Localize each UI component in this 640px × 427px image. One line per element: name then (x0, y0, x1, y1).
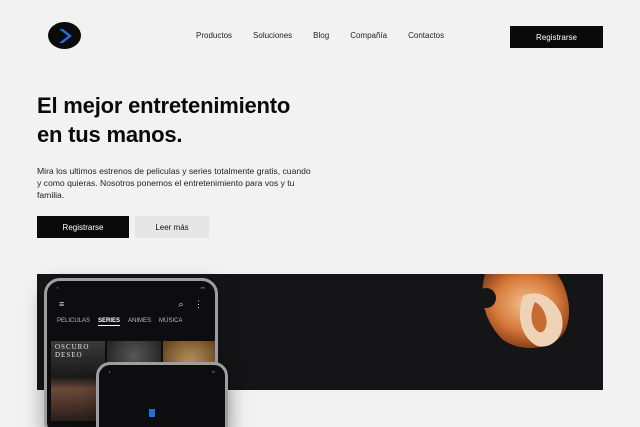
menu-icon[interactable]: ≡ (59, 299, 64, 309)
nav-item-soluciones[interactable]: Soluciones (253, 31, 292, 40)
tab-animes[interactable]: ANIMES (128, 318, 151, 326)
main-nav: Productos Soluciones Blog Compañía Conta… (196, 31, 444, 40)
hero-register-button[interactable]: Registrarse (37, 216, 129, 238)
phone-mockup-back: ▪ ▪▪ (96, 362, 228, 427)
read-more-button[interactable]: Leer más (135, 216, 209, 238)
search-icon[interactable]: ⌕ (178, 299, 183, 309)
series-thumbnail-title: OSCURO DESEO (55, 343, 90, 359)
header-register-button[interactable]: Registrarse (510, 26, 603, 48)
phone-status-bar: ▪ ▪▪▪ (57, 285, 205, 290)
flame-icon (476, 274, 570, 348)
nav-item-blog[interactable]: Blog (313, 31, 329, 40)
phone-status-bar: ▪ ▪▪ (109, 369, 215, 374)
phone-app-bar: ≡ ⌕ ⋮ (47, 293, 215, 315)
phone-category-tabs: PELICULAS SERIES ANIMES MÚSICA (47, 315, 215, 329)
phone-accent (149, 409, 155, 417)
hero-title-line-2: en tus manos. (37, 122, 183, 147)
nav-item-productos[interactable]: Productos (196, 31, 232, 40)
tab-series[interactable]: SERIES (98, 318, 121, 326)
tab-musica[interactable]: MÚSICA (159, 318, 182, 326)
tab-peliculas[interactable]: PELICULAS (57, 318, 90, 326)
nav-item-compania[interactable]: Compañía (350, 31, 387, 40)
nav-item-contactos[interactable]: Contactos (408, 31, 444, 40)
logo[interactable] (48, 22, 81, 49)
hero-subtitle: Mira los ultimos estrenos de peliculas y… (37, 166, 311, 200)
hero-title: El mejor entretenimiento en tus manos. (37, 91, 290, 149)
more-icon[interactable]: ⋮ (194, 299, 203, 309)
chevron-logo-icon (58, 28, 72, 43)
hero-title-line-1: El mejor entretenimiento (37, 93, 291, 118)
